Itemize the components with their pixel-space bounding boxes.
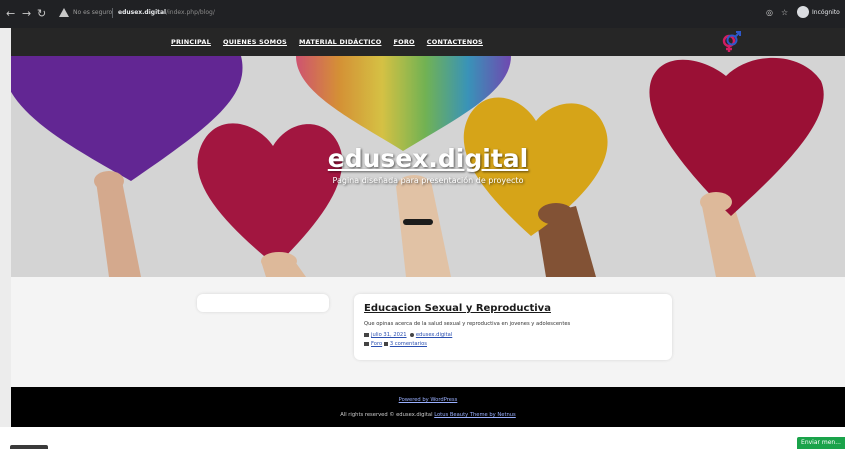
post-comments[interactable]: 3 comentarios <box>390 341 427 347</box>
post-date[interactable]: julio 31, 2021 <box>371 332 407 338</box>
reload-icon[interactable]: ↻ <box>37 7 46 21</box>
nav-foro[interactable]: FORO <box>393 38 414 46</box>
post-card: Educacion Sexual y Reproductiva Que opin… <box>354 294 672 360</box>
copyright-text: All rights reserved © edusex.digital <box>340 412 433 418</box>
blog-content: Educacion Sexual y Reproductiva Que opin… <box>11 277 845 387</box>
site-footer: Powered by WordPress All rights reserved… <box>11 387 845 427</box>
url-path: /index.php/blog/ <box>166 9 215 16</box>
post-title[interactable]: Educacion Sexual y Reproductiva <box>364 303 551 314</box>
powered-by: Powered by WordPress <box>11 397 845 403</box>
bottom-left-tab[interactable] <box>10 445 48 449</box>
send-message-button[interactable]: Enviar men... <box>797 437 845 449</box>
browser-toolbar: ← → ↻ No es seguro edusex.digital/index.… <box>0 0 845 28</box>
nav-material-didactico[interactable]: MATERIAL DIDÁCTICO <box>299 38 382 46</box>
post-author[interactable]: edusex.digital <box>416 332 452 338</box>
profile-avatar[interactable] <box>797 6 809 18</box>
site-navbar: PRINCIPAL QUIENES SOMOS MATERIAL DIDÁCTI… <box>11 28 845 56</box>
theme-link[interactable]: Lotus Beauty Theme by Netnus <box>434 412 516 418</box>
post-excerpt: Que opinas acerca de la salud sexual y r… <box>364 321 571 327</box>
post-meta-date-author: julio 31, 2021 edusex.digital <box>364 332 452 338</box>
calendar-icon <box>364 332 369 337</box>
back-icon[interactable]: ← <box>6 7 15 21</box>
nav-quienes-somos[interactable]: QUIENES SOMOS <box>223 38 287 46</box>
comment-icon <box>383 341 388 346</box>
nav-contactenos[interactable]: CONTACTENOS <box>427 38 483 46</box>
copyright: All rights reserved © edusex.digital Lot… <box>11 412 845 418</box>
divider <box>112 8 113 18</box>
main-menu: PRINCIPAL QUIENES SOMOS MATERIAL DIDÁCTI… <box>171 38 483 46</box>
nav-principal[interactable]: PRINCIPAL <box>171 38 211 46</box>
warning-icon <box>59 8 69 17</box>
address-bar[interactable]: edusex.digital/index.php/blog/ <box>118 9 215 16</box>
security-label: No es seguro <box>73 9 113 16</box>
post-meta-category: Foro 3 comentarios <box>364 341 427 347</box>
star-icon[interactable]: ☆ <box>781 8 788 17</box>
url-domain: edusex.digital <box>118 9 167 16</box>
wordpress-link[interactable]: Powered by WordPress <box>399 397 458 403</box>
hero-banner: edusex.digital Pagina diseñada para pres… <box>11 56 845 277</box>
site-title[interactable]: edusex.digital <box>11 144 845 173</box>
incognito-eye-icon[interactable]: ◎ <box>766 8 773 17</box>
user-icon <box>409 332 414 337</box>
gender-symbol-logo[interactable] <box>720 31 742 53</box>
forward-icon[interactable]: → <box>22 7 31 21</box>
profile-label: Incógnito <box>812 9 840 16</box>
post-category[interactable]: Foro <box>371 341 382 347</box>
site-tagline: Pagina diseñada para presentación de pro… <box>332 176 524 185</box>
sidebar-widget <box>197 294 329 312</box>
page-bottom <box>0 427 845 449</box>
folder-icon <box>364 341 369 346</box>
